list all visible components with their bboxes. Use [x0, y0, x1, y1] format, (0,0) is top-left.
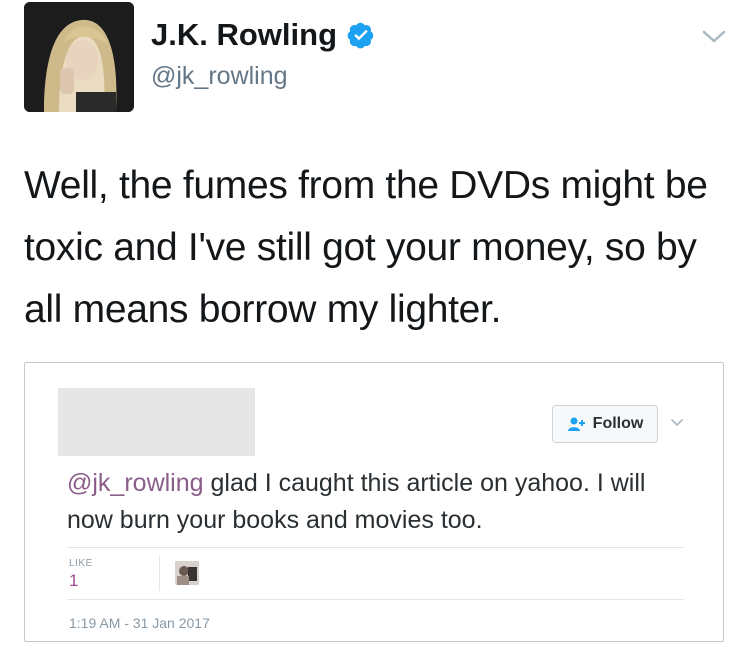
stat-divider	[159, 555, 160, 591]
avatar-image	[24, 2, 134, 112]
divider	[67, 547, 684, 548]
author-handle[interactable]: @jk_rowling	[151, 62, 288, 91]
timestamp[interactable]: 1:19 AM - 31 Jan 2017	[69, 615, 210, 631]
verified-badge-icon	[347, 22, 374, 49]
author-display-name: J.K. Rowling	[151, 17, 337, 52]
follow-label: Follow	[592, 415, 644, 432]
liker-avatar-image	[175, 561, 199, 585]
mention-link[interactable]: @jk_rowling	[67, 469, 204, 497]
chevron-down-icon[interactable]	[700, 26, 728, 46]
embedded-tweet-text: @jk_rowling glad I caught this article o…	[67, 465, 687, 539]
like-count[interactable]: 1	[69, 571, 78, 591]
follow-button[interactable]: Follow	[552, 405, 658, 443]
author-avatar[interactable]	[24, 2, 134, 112]
liker-avatar[interactable]	[175, 561, 199, 585]
redacted-user-info	[58, 388, 255, 456]
like-label: LIKE	[69, 558, 93, 569]
embed-chevron-down-icon[interactable]	[670, 418, 684, 428]
divider	[67, 599, 684, 600]
follow-person-icon	[567, 417, 585, 431]
tweet-text: Well, the fumes from the DVDs might be t…	[24, 164, 708, 331]
embedded-tweet[interactable]: Follow @jk_rowling glad I caught this ar…	[24, 362, 724, 642]
author-name[interactable]: J.K. Rowling	[151, 17, 375, 53]
